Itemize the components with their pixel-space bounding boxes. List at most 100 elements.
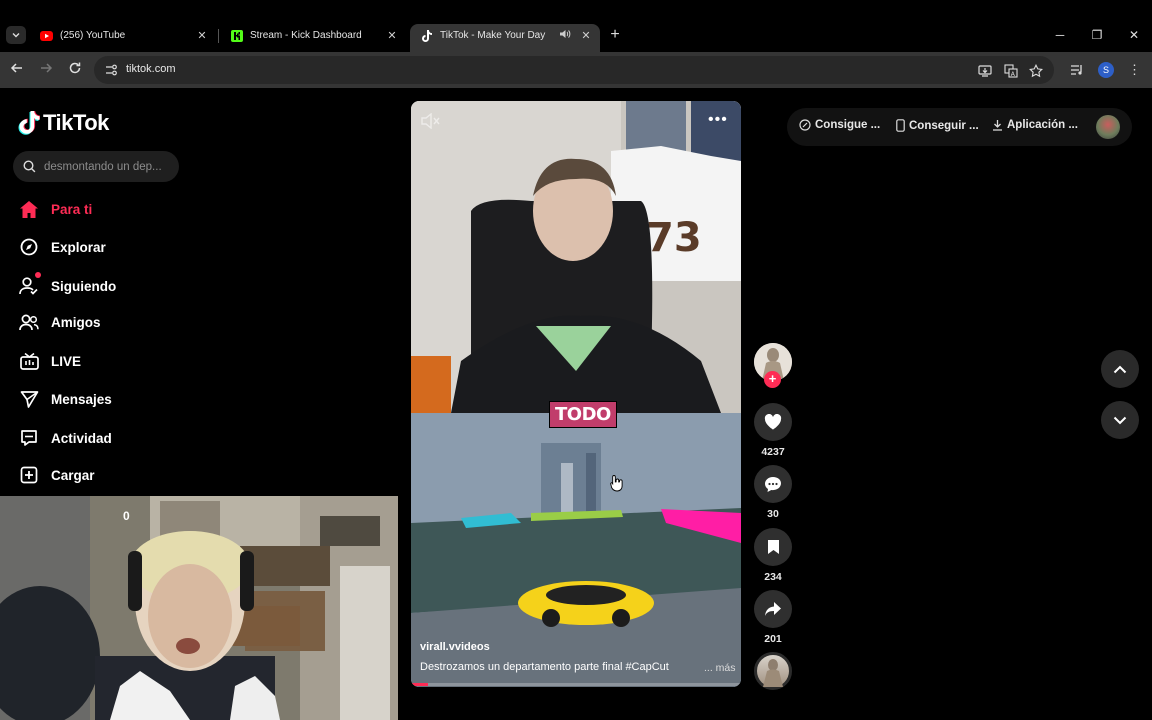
comment-button[interactable]	[754, 465, 792, 503]
save-button[interactable]	[754, 528, 792, 566]
webcam-image	[0, 496, 398, 720]
video-player[interactable]: 73 ••• TODO virall.vvideos Destrozamos u…	[411, 101, 741, 687]
nav-label: LIVE	[51, 353, 82, 369]
search-box[interactable]	[13, 151, 179, 182]
nav-explorar[interactable]: Explorar	[18, 235, 106, 259]
video-author[interactable]: virall.vvideos	[420, 641, 490, 653]
more-options-icon[interactable]: •••	[708, 111, 728, 129]
share-button[interactable]	[754, 590, 792, 628]
friends-icon	[18, 311, 40, 333]
tab-kick[interactable]: Stream - Kick Dashboard ✕	[220, 24, 406, 47]
heart-icon	[764, 414, 782, 430]
follow-button[interactable]: +	[764, 371, 781, 388]
tab-title: Stream - Kick Dashboard	[250, 30, 362, 41]
bookmark-star-icon[interactable]	[1029, 64, 1043, 78]
video-progress-fill	[411, 683, 428, 686]
reload-button[interactable]	[66, 61, 84, 79]
browser-tab-strip: (256) YouTube ✕ Stream - Kick Dashboard …	[0, 0, 1152, 52]
reload-icon	[69, 62, 81, 74]
tab-close-icon[interactable]: ✕	[194, 29, 210, 42]
like-count: 4237	[761, 446, 785, 458]
kick-icon	[230, 29, 243, 42]
tab-tiktok[interactable]: TikTok - Make Your Day ✕	[410, 24, 600, 52]
tab-youtube[interactable]: (256) YouTube ✕	[30, 24, 216, 47]
app-label: Conseguir ...	[909, 119, 979, 132]
nav-mensajes[interactable]: Mensajes	[18, 387, 112, 411]
video-progress-bar[interactable]	[411, 683, 741, 686]
back-button[interactable]	[8, 61, 26, 79]
tab-close-icon[interactable]: ✕	[578, 29, 594, 42]
chevron-up-icon	[1113, 365, 1127, 373]
notification-dot	[35, 272, 41, 278]
webcam-counter: 0	[123, 509, 130, 523]
site-info-icon[interactable]	[104, 63, 118, 77]
download-app-button[interactable]: Aplicación ...	[992, 119, 1078, 131]
nav-label: Cargar	[51, 467, 95, 483]
logo-wordmark: TikTok	[43, 110, 109, 135]
nav-live[interactable]: LIVE	[18, 349, 81, 373]
tab-search-button[interactable]	[6, 26, 26, 44]
download-label: Aplicación ...	[1007, 119, 1078, 131]
coin-icon	[799, 119, 811, 131]
nav-para-ti[interactable]: Para ti	[18, 197, 92, 221]
compass-icon	[18, 236, 40, 258]
arrow-right-icon	[41, 63, 53, 73]
forward-button[interactable]	[37, 61, 55, 79]
comment-count: 30	[767, 508, 779, 520]
nav-label: Siguiendo	[51, 278, 117, 294]
browser-menu-icon[interactable]: ⋮	[1128, 62, 1141, 78]
previous-video-button[interactable]	[1101, 350, 1139, 388]
nav-label: Actividad	[51, 430, 112, 446]
nav-label: Para ti	[51, 201, 93, 217]
nav-actividad[interactable]: Actividad	[18, 426, 112, 450]
profile-avatar[interactable]: S	[1098, 62, 1114, 78]
nav-amigos[interactable]: Amigos	[18, 310, 101, 334]
get-app-button[interactable]: Conseguir ...	[896, 119, 979, 132]
phone-icon	[896, 119, 905, 132]
bookmark-icon	[767, 540, 779, 554]
activity-icon	[18, 427, 40, 449]
home-icon	[18, 198, 40, 220]
share-icon	[765, 602, 781, 616]
search-input[interactable]	[44, 158, 172, 175]
coins-label: Consigue ...	[815, 119, 881, 131]
media-controls-icon[interactable]	[1070, 63, 1084, 77]
nav-label: Mensajes	[51, 391, 112, 407]
address-bar[interactable]: tiktok.com A	[94, 56, 1054, 84]
get-coins-button[interactable]: Consigue ...	[799, 119, 880, 131]
share-count: 201	[764, 633, 782, 645]
minimize-icon[interactable]: ─	[1050, 26, 1070, 44]
tab-close-icon[interactable]: ✕	[384, 29, 400, 42]
more-link[interactable]: ... más	[704, 662, 736, 674]
speaker-icon[interactable]	[560, 29, 574, 42]
upload-icon	[18, 464, 40, 486]
video-caption-overlay: TODO	[549, 401, 617, 428]
messages-icon	[18, 388, 40, 410]
arrow-left-icon	[10, 63, 22, 73]
close-window-icon[interactable]: ✕	[1124, 26, 1144, 44]
following-icon	[18, 272, 41, 297]
user-avatar[interactable]	[1096, 115, 1120, 139]
tiktok-logo[interactable]: TikTok	[18, 110, 109, 136]
music-disc[interactable]	[754, 652, 792, 690]
volume-icon[interactable]	[421, 113, 441, 129]
video-description: Destrozamos un departamento parte final …	[420, 661, 669, 673]
svg-text:73: 73	[646, 215, 702, 261]
hand-cursor-icon	[610, 475, 623, 492]
install-app-icon[interactable]	[978, 64, 992, 78]
translate-icon[interactable]: A	[1004, 64, 1018, 78]
new-tab-button[interactable]: +	[606, 26, 624, 44]
nav-label: Amigos	[51, 314, 101, 330]
restore-icon[interactable]: ❐	[1087, 26, 1107, 44]
comment-icon	[765, 476, 781, 492]
next-video-button[interactable]	[1101, 401, 1139, 439]
tab-divider	[218, 29, 219, 43]
like-button[interactable]	[754, 403, 792, 441]
top-actions-bar: Consigue ... Conseguir ... Aplicación ..…	[787, 108, 1132, 146]
nav-siguiendo[interactable]: Siguiendo	[18, 272, 117, 298]
save-count: 234	[764, 571, 782, 583]
nav-cargar[interactable]: Cargar	[18, 463, 95, 487]
tab-title: TikTok - Make Your Day	[440, 30, 546, 41]
nav-label: Explorar	[51, 239, 106, 255]
youtube-icon	[40, 29, 53, 42]
